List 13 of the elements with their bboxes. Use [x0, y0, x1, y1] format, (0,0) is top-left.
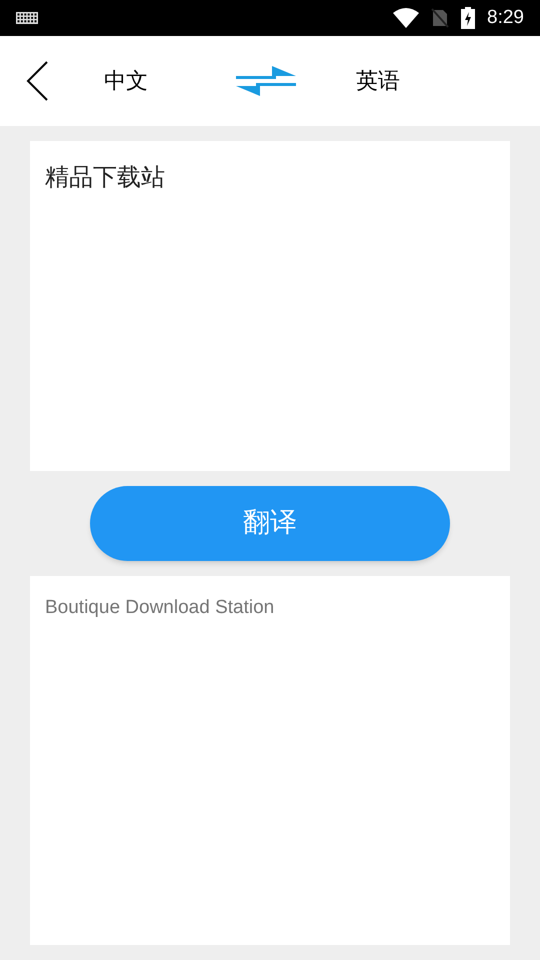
back-button[interactable]: [26, 60, 50, 102]
status-time: 8:29: [487, 6, 524, 30]
no-sim-icon: [431, 8, 450, 28]
translation-text: Boutique Download Station: [45, 596, 276, 620]
wifi-icon: [393, 8, 420, 28]
source-language[interactable]: 中文: [104, 64, 148, 98]
back-icon: [26, 61, 48, 101]
battery-icon: [461, 7, 476, 29]
input-field[interactable]: 精品下载站: [30, 141, 510, 471]
swap-button[interactable]: [236, 66, 296, 96]
target-language[interactable]: 英语: [356, 64, 400, 98]
swap-arrows-icon: [236, 66, 296, 96]
keyboard-icon: [16, 12, 38, 24]
